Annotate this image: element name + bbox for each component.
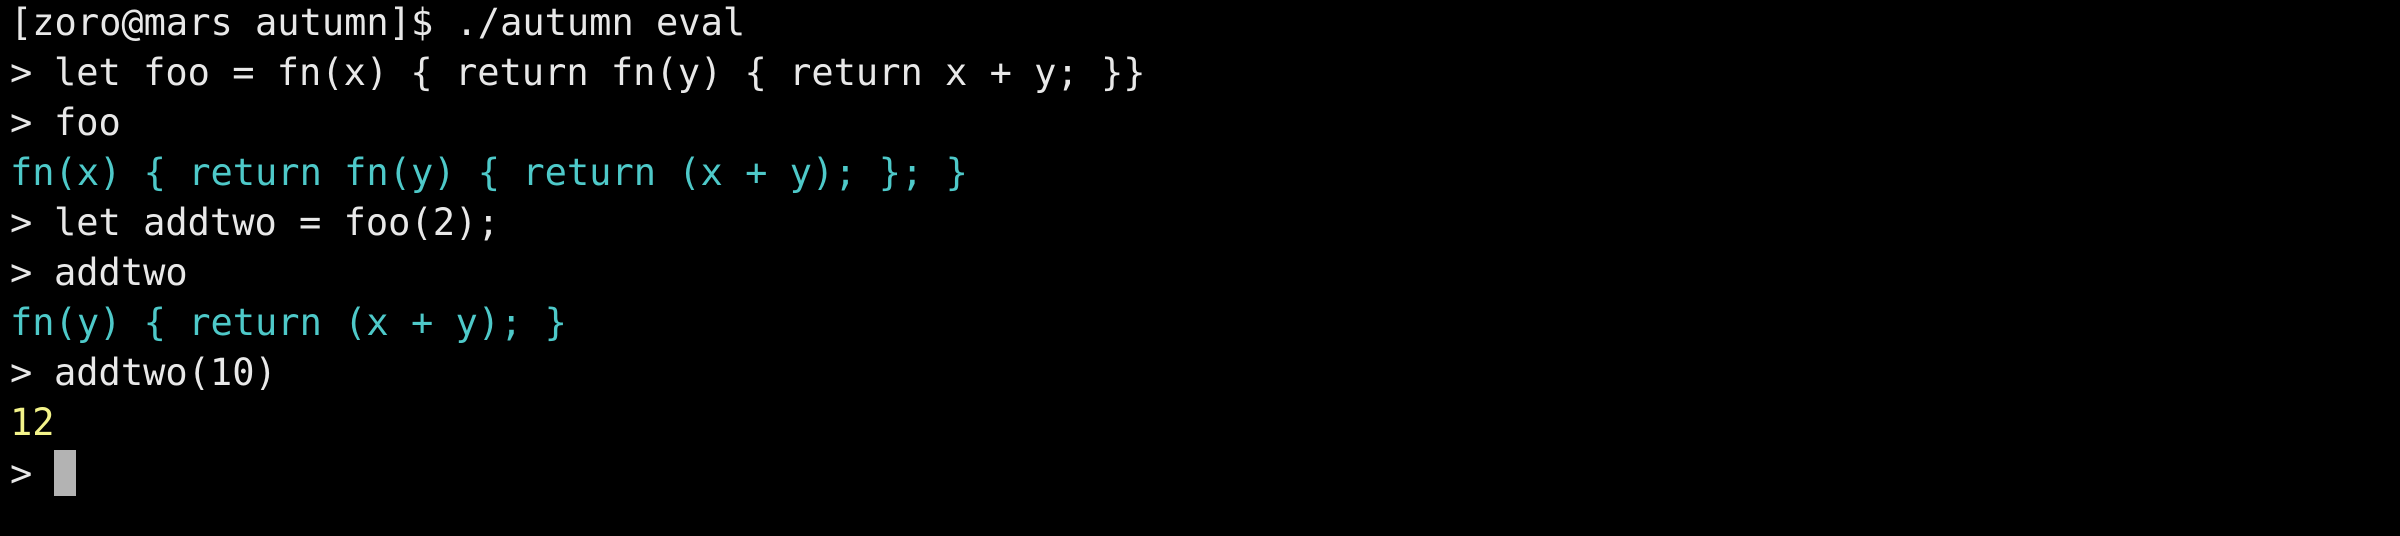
terminal-window[interactable]: [zoro@mars autumn]$ ./autumn eval > let f…: [10, 0, 2390, 536]
repl-input-line: > let addtwo = foo(2);: [10, 200, 2390, 250]
repl-prompt: >: [10, 452, 33, 495]
repl-input-line: > addtwo(10): [10, 350, 2390, 400]
repl-input-text: addtwo(10): [54, 351, 277, 394]
repl-input-text: let foo = fn(x) { return fn(y) { return …: [54, 51, 1146, 94]
repl-prompt: >: [10, 351, 33, 394]
active-prompt-line[interactable]: >: [10, 450, 2390, 500]
repl-prompt: >: [10, 251, 33, 294]
repl-output-line: fn(y) { return (x + y); }: [10, 300, 2390, 350]
repl-output-text: 12: [10, 401, 55, 444]
repl-prompt: >: [10, 101, 33, 144]
repl-input-text: let addtwo = foo(2);: [54, 201, 500, 244]
repl-prompt: >: [10, 201, 33, 244]
repl-output-line: fn(x) { return fn(y) { return (x + y); }…: [10, 150, 2390, 200]
repl-output-text: fn(x) { return fn(y) { return (x + y); }…: [10, 151, 968, 194]
repl-prompt: >: [10, 51, 33, 94]
shell-command-line: [zoro@mars autumn]$ ./autumn eval: [10, 0, 2390, 50]
repl-input-text: foo: [54, 101, 121, 144]
repl-input-line: > let foo = fn(x) { return fn(y) { return…: [10, 50, 2390, 100]
repl-output-text: fn(y) { return (x + y); }: [10, 301, 567, 344]
block-cursor: [54, 450, 76, 496]
repl-output-line: 12: [10, 400, 2390, 450]
repl-input-text: addtwo: [54, 251, 188, 294]
repl-input-line: > foo: [10, 100, 2390, 150]
repl-input-line: > addtwo: [10, 250, 2390, 300]
shell-command: ./autumn eval: [455, 1, 746, 44]
shell-prompt: [zoro@mars autumn]$: [10, 1, 434, 44]
